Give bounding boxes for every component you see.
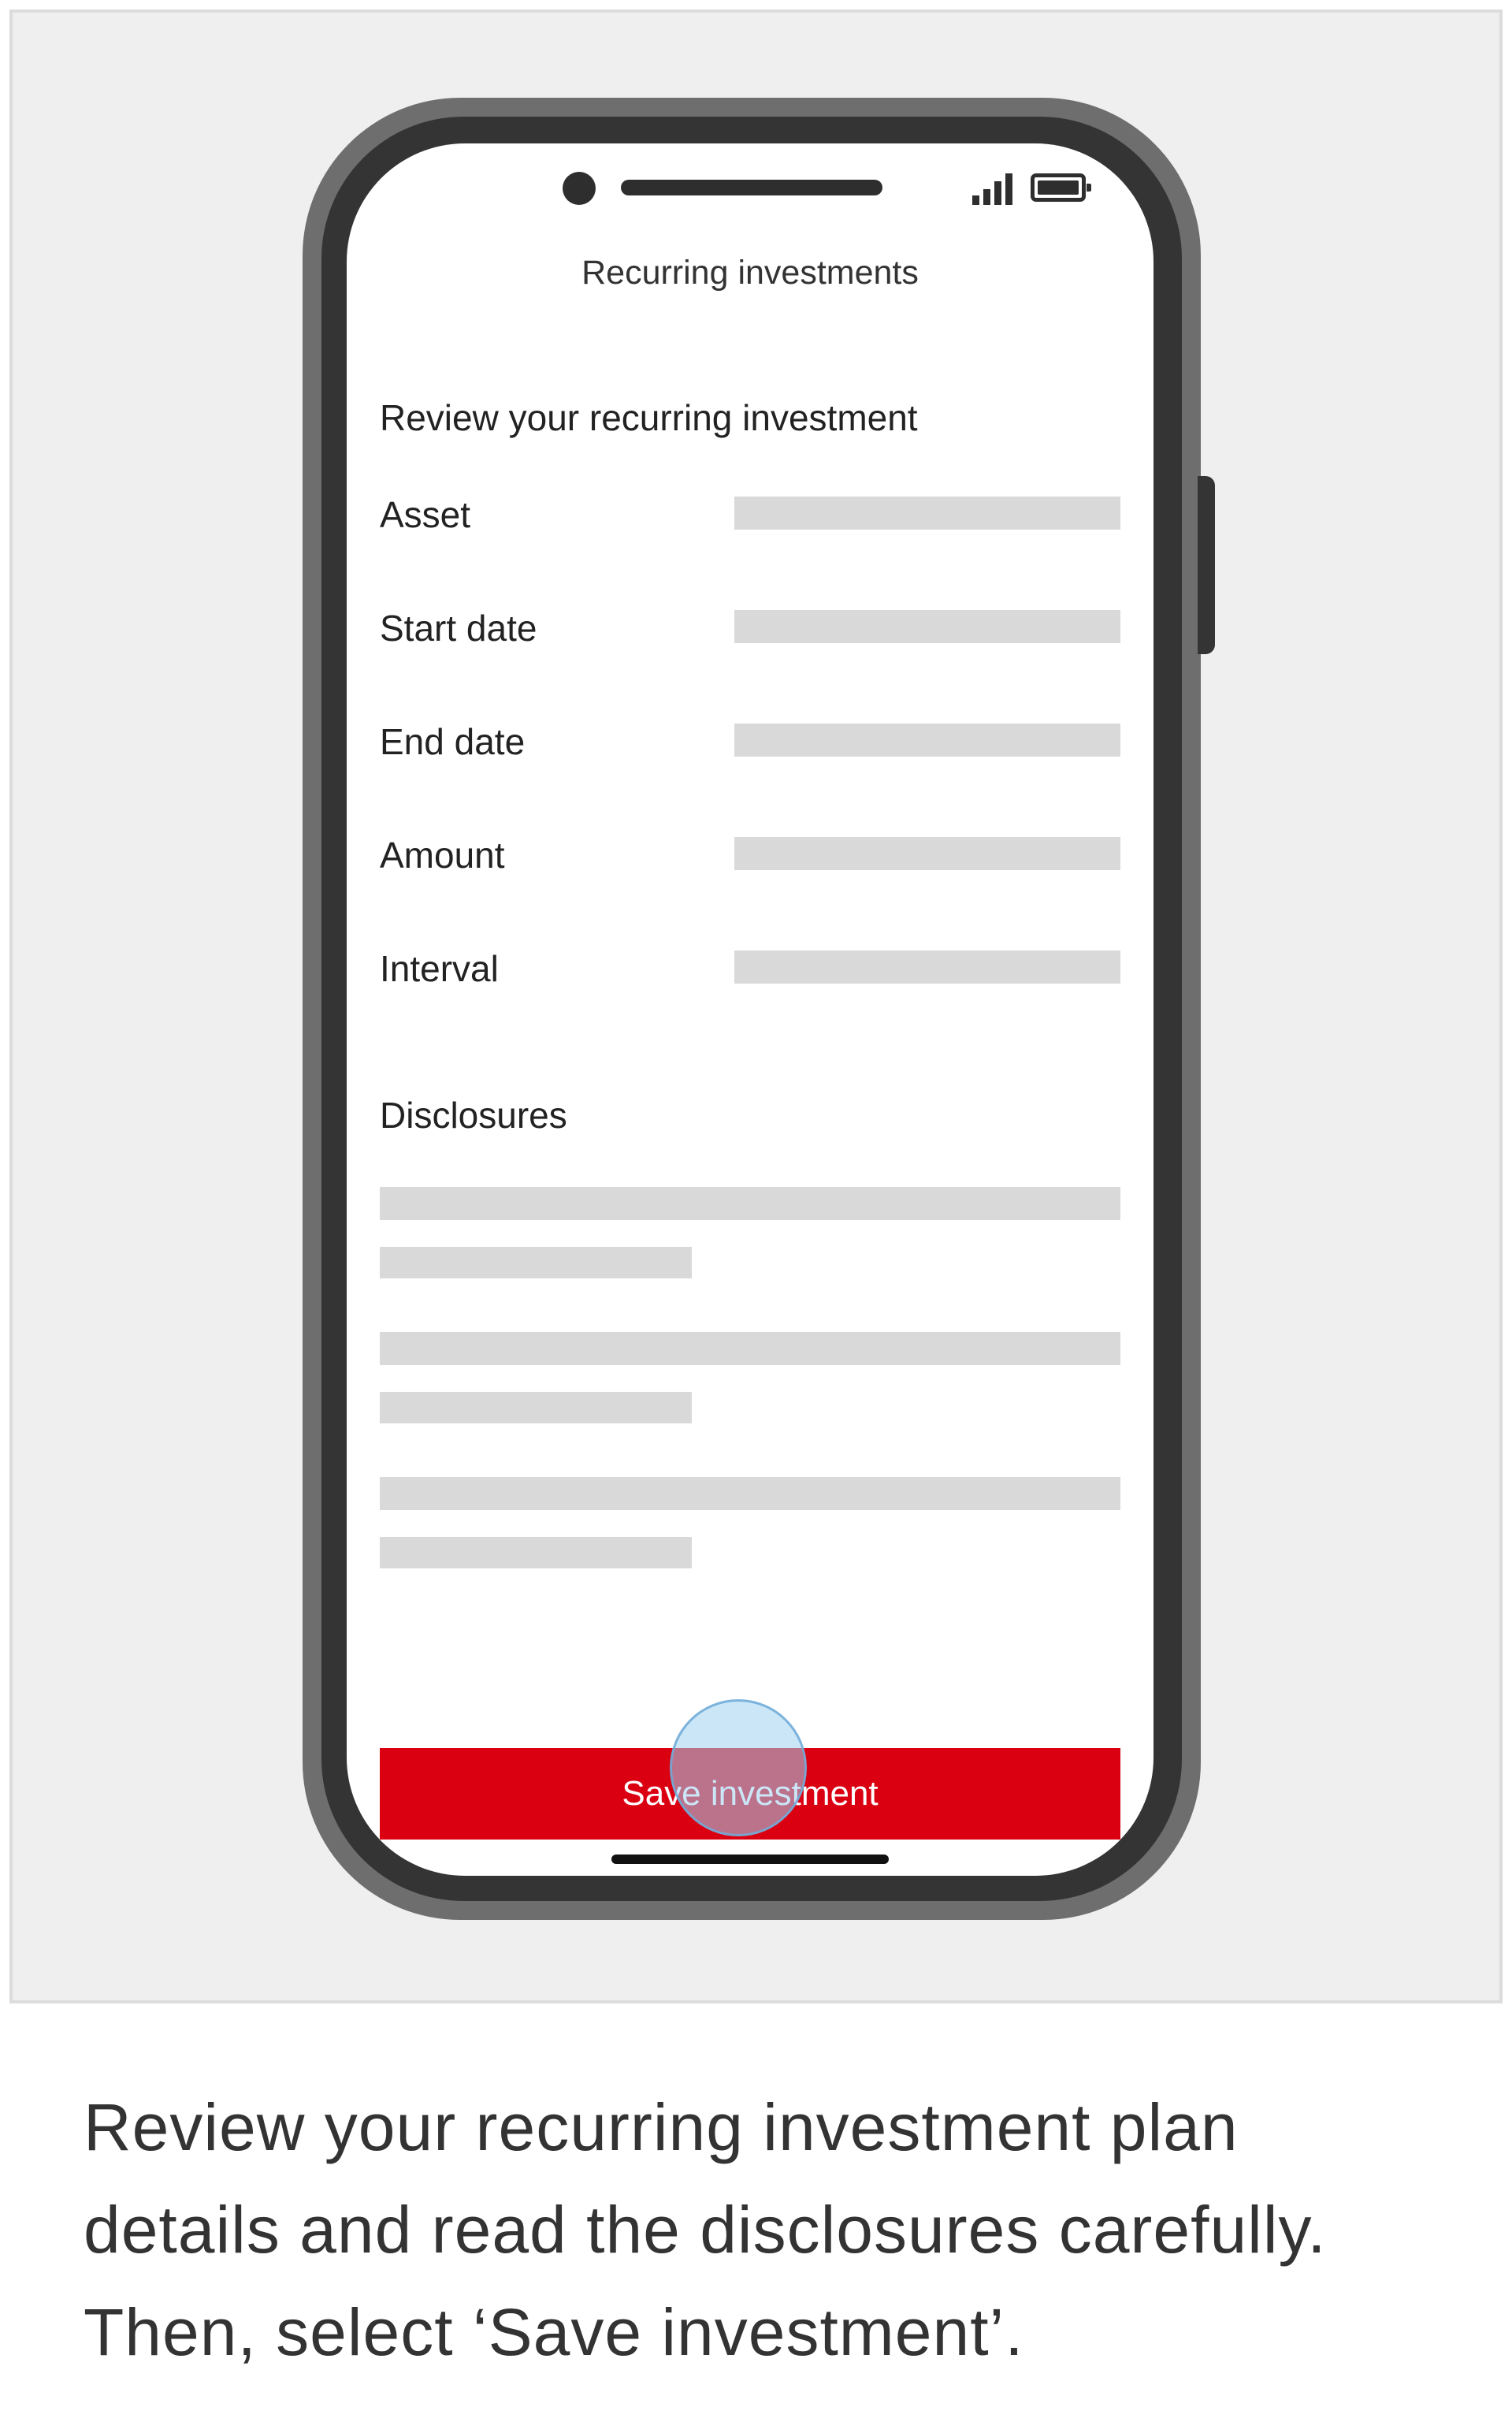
camera-icon [563,172,596,205]
battery-icon [1031,173,1091,202]
detail-value-start-date-placeholder [734,610,1120,643]
detail-label-end-date: End date [380,721,526,762]
tap-indicator [670,1699,807,1836]
home-indicator [611,1855,889,1864]
speaker-grille [621,180,882,195]
detail-label-asset: Asset [380,494,471,535]
detail-label-interval: Interval [380,948,499,989]
disclosure-text-placeholder [380,1392,692,1423]
signal-strength-icon [972,170,1020,205]
disclosures-heading: Disclosures [380,1095,567,1136]
detail-value-amount-placeholder [734,837,1120,870]
detail-value-asset-placeholder [734,497,1120,530]
instruction-caption: Review your recurring investment plan de… [84,2090,1327,2369]
detail-value-interval-placeholder [734,951,1120,984]
app-title: Recurring investments [581,254,919,292]
disclosure-text-placeholder [380,1247,692,1278]
disclosure-text-placeholder [380,1477,1120,1510]
review-heading: Review your recurring investment [380,397,918,438]
tutorial-card: Recurring investments Review your recurr… [0,0,1512,2433]
phone-side-button [1198,476,1215,654]
disclosure-text-placeholder [380,1187,1120,1220]
disclosure-text-placeholder [380,1537,692,1568]
detail-label-amount: Amount [380,835,505,876]
detail-value-end-date-placeholder [734,724,1120,757]
detail-label-start-date: Start date [380,608,537,649]
disclosure-text-placeholder [380,1332,1120,1365]
